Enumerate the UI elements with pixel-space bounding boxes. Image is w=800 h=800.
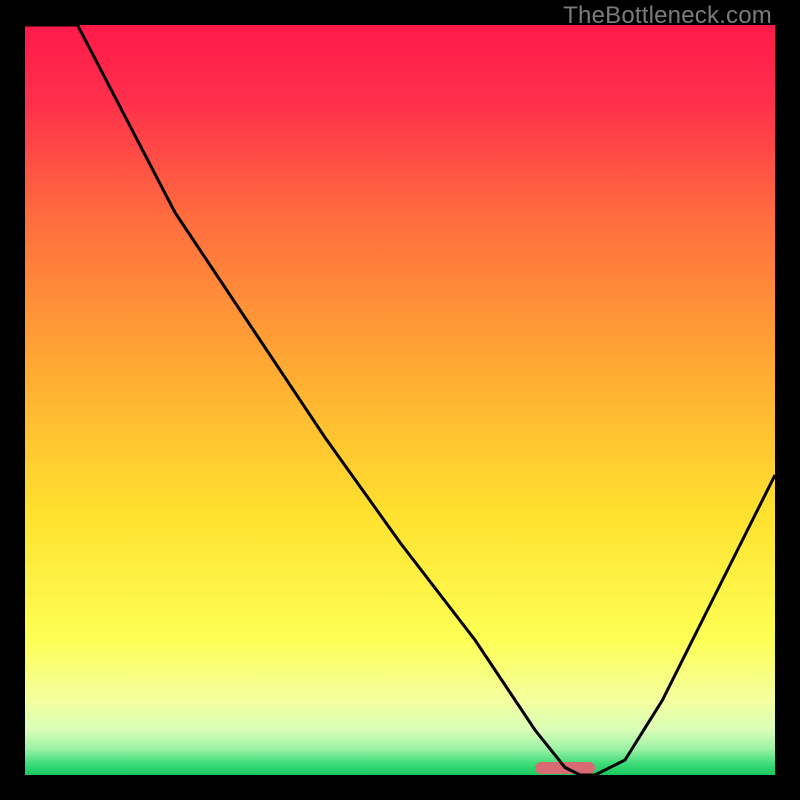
bottleneck-chart <box>25 25 775 775</box>
chart-frame <box>25 25 775 775</box>
watermark-text: TheBottleneck.com <box>563 2 772 30</box>
